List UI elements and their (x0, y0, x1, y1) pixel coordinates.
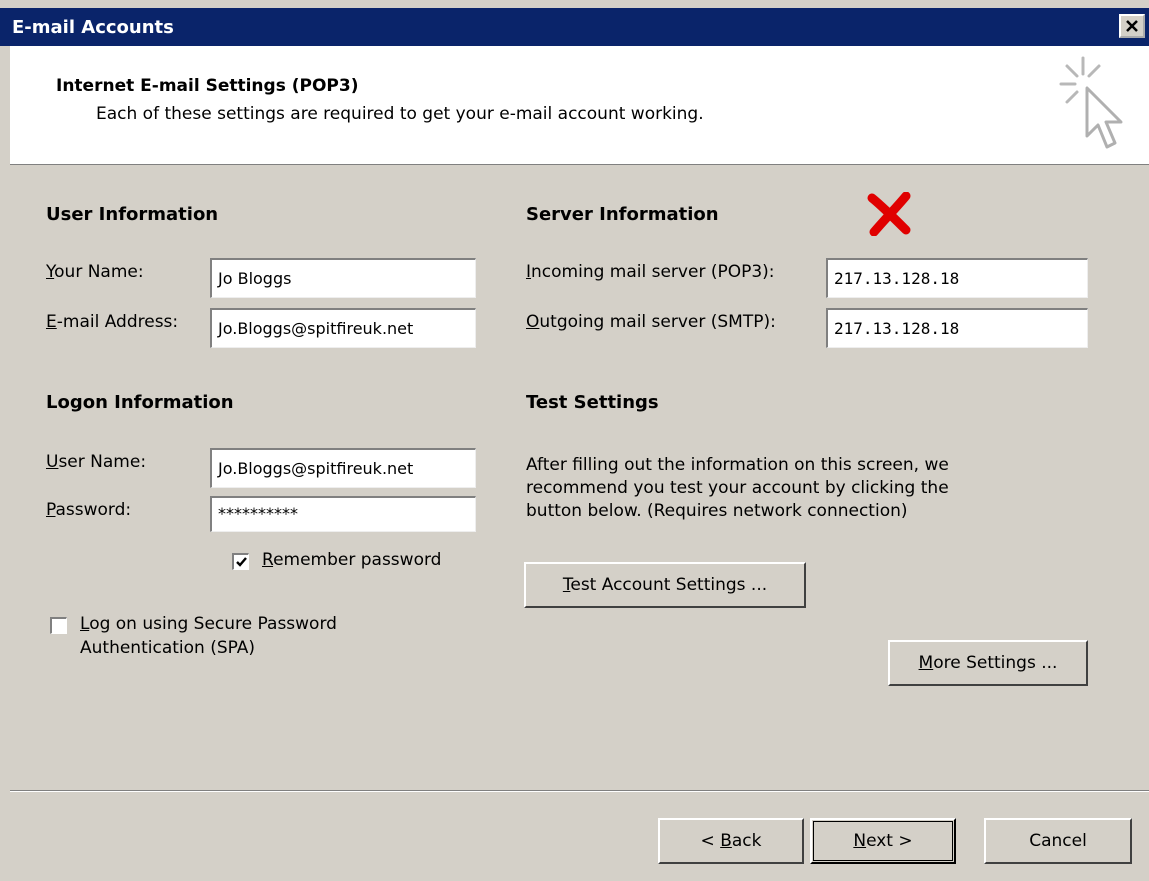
spa-label-line2: Authentication (SPA) (80, 638, 256, 658)
logon-info-heading: Logon Information (46, 392, 234, 413)
password-field[interactable]: ********** (210, 496, 476, 532)
your-name-label: Your Name: (46, 262, 144, 282)
dialog-header: Internet E-mail Settings (POP3) Each of … (10, 46, 1149, 165)
remember-password-checkbox[interactable] (232, 553, 249, 570)
incoming-server-label: Incoming mail server (POP3): (526, 262, 775, 282)
header-subtitle: Each of these settings are required to g… (96, 104, 704, 124)
close-icon (1126, 20, 1138, 32)
server-info-heading: Server Information (526, 204, 719, 225)
cancel-button[interactable]: Cancel (984, 818, 1132, 864)
sparkle-cursor-icon (1059, 56, 1123, 149)
your-name-field[interactable]: Jo Bloggs (210, 258, 476, 298)
email-address-field[interactable]: Jo.Bloggs@spitfireuk.net (210, 308, 476, 348)
spa-checkbox[interactable] (50, 617, 67, 634)
test-settings-line2: recommend you test your account by click… (526, 478, 949, 498)
test-settings-line3: button below. (Requires network connecti… (526, 501, 908, 521)
remember-password-label[interactable]: Remember password (262, 550, 441, 570)
test-settings-line1: After filling out the information on thi… (526, 455, 949, 475)
incoming-server-field[interactable]: 217.13.128.18 (826, 258, 1088, 298)
spa-label-line1[interactable]: Log on using Secure Password (80, 614, 337, 634)
test-settings-heading: Test Settings (526, 392, 659, 413)
password-label: Password: (46, 500, 132, 520)
footer-separator (10, 790, 1149, 792)
window-title: E-mail Accounts (12, 17, 174, 38)
outgoing-server-label: Outgoing mail server (SMTP): (526, 312, 776, 332)
user-name-label: User Name: (46, 452, 147, 472)
left-edge (0, 46, 10, 881)
back-button[interactable]: < Back (658, 818, 804, 864)
outgoing-server-field[interactable]: 217.13.128.18 (826, 308, 1088, 348)
red-x-icon (867, 192, 911, 236)
user-info-heading: User Information (46, 204, 219, 225)
user-name-field[interactable]: Jo.Bloggs@spitfireuk.net (210, 448, 476, 488)
more-settings-button[interactable]: More Settings ... (888, 640, 1088, 686)
close-button[interactable] (1119, 14, 1145, 38)
next-button[interactable]: Next > (810, 818, 956, 864)
email-accounts-dialog: E-mail Accounts Internet E-mail Settings… (0, 0, 1149, 881)
test-account-settings-button[interactable]: Test Account Settings ... (524, 562, 806, 608)
checkmark-icon (235, 556, 247, 567)
title-bar: E-mail Accounts (0, 8, 1149, 46)
email-address-label: E-mail Address: (46, 312, 179, 332)
header-title: Internet E-mail Settings (POP3) (56, 76, 359, 96)
